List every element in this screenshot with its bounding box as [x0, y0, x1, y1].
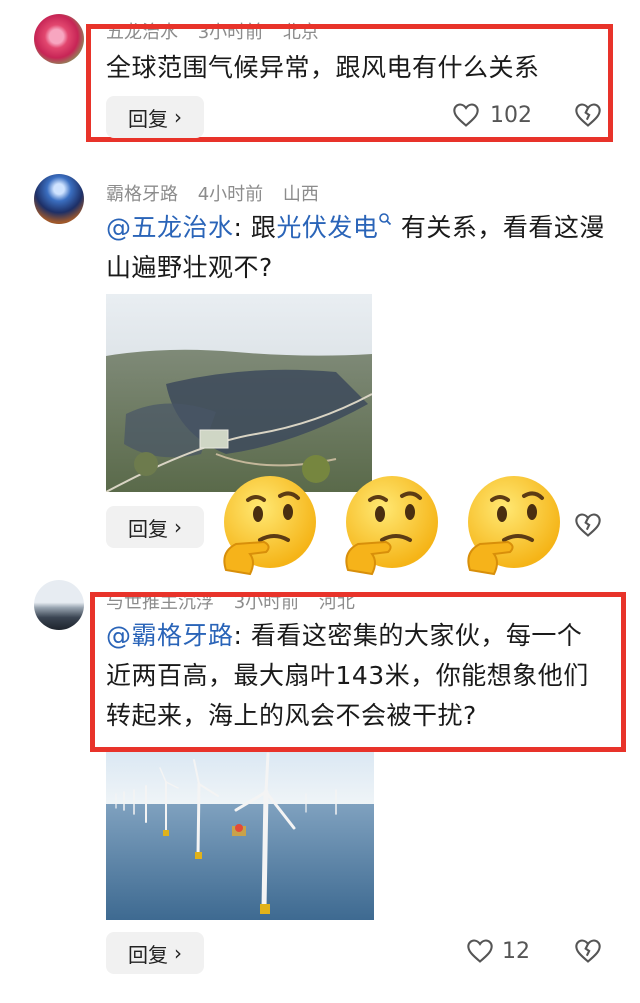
search-icon[interactable]: [378, 212, 392, 226]
reply-label: 回复: [128, 942, 168, 967]
avatar[interactable]: [34, 14, 84, 64]
chevron-right-icon: ›: [174, 105, 182, 129]
reply-label: 回复: [128, 106, 168, 131]
wind-farm-photo[interactable]: [106, 752, 374, 920]
broken-heart-icon[interactable]: [574, 938, 602, 968]
broken-heart-icon[interactable]: [574, 102, 602, 132]
like-count: 12: [502, 938, 530, 964]
solar-farm-photo[interactable]: [106, 294, 372, 492]
like-button[interactable]: 12: [466, 938, 530, 964]
comment-meta: 霸格牙路 4小时前 山西: [106, 180, 333, 206]
heart-icon: [453, 103, 479, 127]
mention-link[interactable]: @霸格牙路: [106, 621, 234, 650]
mention-link[interactable]: @五龙治水: [106, 213, 234, 242]
timestamp: 4小时前: [197, 184, 264, 205]
username[interactable]: 霸格牙路: [106, 184, 178, 205]
topic-link[interactable]: 光伏发电: [276, 213, 378, 242]
chevron-right-icon: ›: [174, 941, 182, 965]
like-button[interactable]: 102: [452, 102, 532, 128]
avatar[interactable]: [34, 580, 84, 630]
comment-text: 全球范围气候异常，跟风电有什么关系: [106, 53, 540, 82]
chevron-right-icon: ›: [174, 515, 182, 539]
location: 山西: [282, 184, 319, 205]
reply-button[interactable]: 回复 ›: [106, 506, 204, 548]
reply-label: 回复: [128, 516, 168, 541]
comment-text-part: : 跟: [233, 213, 277, 242]
reply-button[interactable]: 回复 ›: [106, 96, 204, 138]
comment-text: @霸格牙路: 看看这密集的大家伙，每一个近两百高，最大扇叶143米，你能想象他们…: [106, 616, 602, 736]
comment-text: @五龙治水: 跟光伏发电 有关系，看看这漫山遍野壮观不?: [106, 208, 606, 288]
avatar[interactable]: [34, 174, 84, 224]
heart-icon: [467, 939, 493, 963]
reply-button[interactable]: 回复 ›: [106, 932, 204, 974]
thinking-face-emoji: [345, 476, 438, 576]
like-count: 102: [490, 102, 532, 128]
thinking-face-emoji: [467, 476, 560, 576]
broken-heart-icon[interactable]: [574, 512, 602, 542]
thinking-face-emoji: [223, 476, 316, 576]
